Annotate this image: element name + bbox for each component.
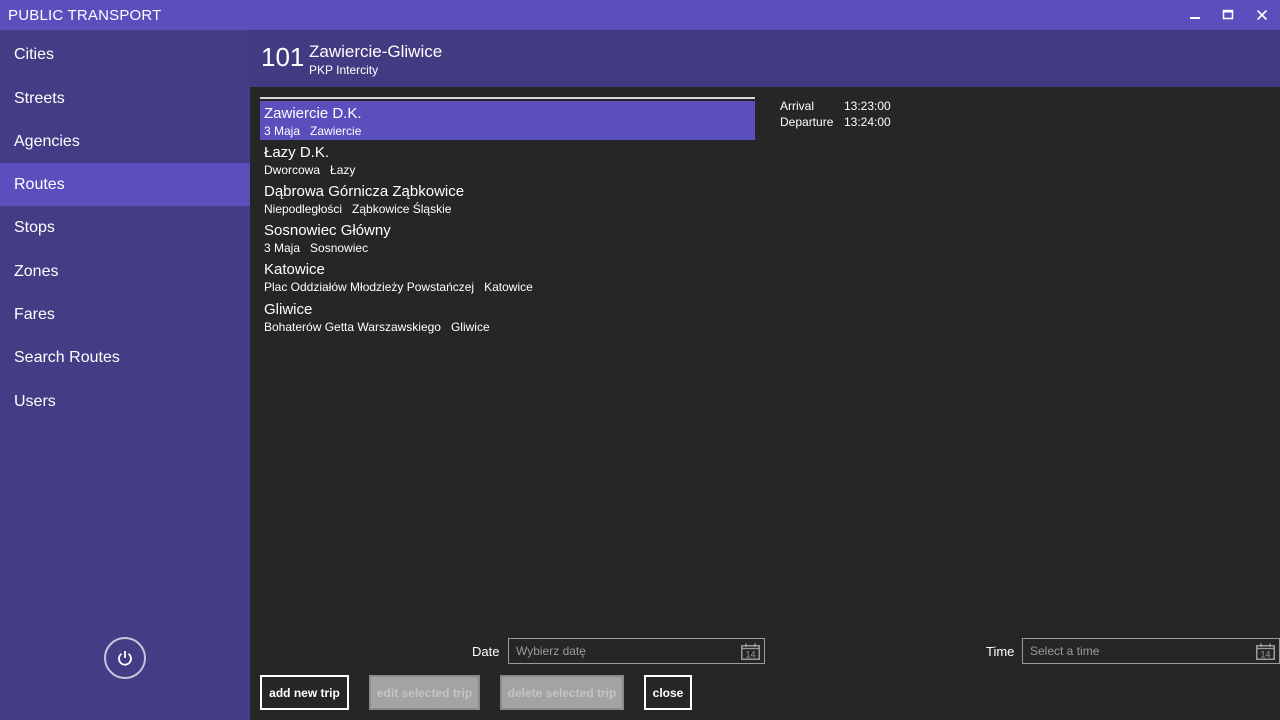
stop-street: Niepodległości xyxy=(264,202,343,216)
sidebar-item-fares[interactable]: Fares xyxy=(0,293,250,336)
power-icon xyxy=(118,651,132,666)
title-bar: PUBLIC TRANSPORT xyxy=(0,0,1280,30)
departure-value: 13:24:00 xyxy=(844,115,891,129)
list-item[interactable]: Gliwice Bohaterów Getta Warszawskiego Gli… xyxy=(260,297,755,336)
sidebar-item-zones[interactable]: Zones xyxy=(0,250,250,293)
stop-city: Sosnowiec xyxy=(310,241,369,255)
route-agency: PKP Intercity xyxy=(309,63,379,77)
stop-street: 3 Maja xyxy=(264,124,301,138)
sidebar-item-streets[interactable]: Streets xyxy=(0,77,250,120)
time-placeholder: Select a time xyxy=(1030,644,1100,658)
stop-city: Zawiercie xyxy=(310,124,362,138)
sidebar-item-search-routes[interactable]: Search Routes xyxy=(0,336,250,379)
close-window-button[interactable] xyxy=(1245,0,1279,30)
sidebar-item-stops[interactable]: Stops xyxy=(0,206,250,249)
stop-name: Dąbrowa Górnicza Ząbkowice xyxy=(264,183,465,200)
edit-selected-trip-button[interactable]: edit selected trip xyxy=(369,675,480,710)
arrival-value: 13:23:00 xyxy=(844,99,891,113)
calendar-icon[interactable]: 14 xyxy=(1256,643,1275,660)
list-item[interactable]: Dąbrowa Górnicza Ząbkowice Niepodległośc… xyxy=(260,179,755,218)
stop-name: Katowice xyxy=(264,261,325,278)
maximize-icon xyxy=(1222,9,1234,20)
close-icon xyxy=(1256,9,1268,21)
sidebar-item-users[interactable]: Users xyxy=(0,380,250,423)
date-label: Date xyxy=(472,644,500,659)
arrival-label: Arrival xyxy=(780,99,815,113)
stop-city: Ząbkowice Śląskie xyxy=(352,202,452,216)
sidebar-item-cities[interactable]: Cities xyxy=(0,33,250,76)
close-button[interactable]: close xyxy=(644,675,692,710)
stop-street: 3 Maja xyxy=(264,241,301,255)
list-item[interactable]: Sosnowiec Główny 3 Maja Sosnowiec xyxy=(260,218,755,257)
sidebar-item-routes[interactable]: Routes xyxy=(0,163,250,206)
stops-list: Zawiercie D.K. 3 Maja Zawiercie Łazy D.K.… xyxy=(260,101,755,336)
stop-street: Plac Oddziałów Młodzieży Powstańczej xyxy=(264,280,475,294)
stop-name: Sosnowiec Główny xyxy=(264,222,391,239)
minimize-icon xyxy=(1190,17,1200,19)
list-item[interactable]: Łazy D.K. Dworcowa Łazy xyxy=(260,140,755,179)
date-placeholder: Wybierz datę xyxy=(516,644,586,658)
add-new-trip-button[interactable]: add new trip xyxy=(260,675,349,710)
time-picker[interactable]: Select a time 14 xyxy=(1022,638,1280,664)
stop-name: Gliwice xyxy=(264,301,313,318)
date-picker[interactable]: Wybierz datę 14 xyxy=(508,638,765,664)
departure-label: Departure xyxy=(780,115,834,129)
stop-city: Gliwice xyxy=(450,320,490,334)
delete-selected-trip-button[interactable]: delete selected trip xyxy=(500,675,624,710)
stop-name: Łazy D.K. xyxy=(264,144,330,161)
route-name: Zawiercie-Gliwice xyxy=(309,42,443,61)
route-header: 101 Zawiercie-Gliwice PKP Intercity xyxy=(250,30,1280,87)
stop-street: Bohaterów Getta Warszawskiego xyxy=(264,320,441,334)
minimize-button[interactable] xyxy=(1178,0,1212,30)
svg-text:14: 14 xyxy=(1260,650,1270,660)
sidebar: Cities Streets Agencies Routes Stops Zon… xyxy=(0,30,250,720)
list-item[interactable]: Zawiercie D.K. 3 Maja Zawiercie xyxy=(260,101,755,140)
svg-text:14: 14 xyxy=(745,650,755,660)
calendar-icon[interactable]: 14 xyxy=(741,643,760,660)
power-button[interactable] xyxy=(104,637,146,679)
stop-city: Katowice xyxy=(484,280,533,294)
list-divider xyxy=(260,97,755,99)
app-title: PUBLIC TRANSPORT xyxy=(8,7,162,24)
stop-city: Łazy xyxy=(330,163,356,177)
list-item[interactable]: Katowice Plac Oddziałów Młodzieży Powsta… xyxy=(260,257,755,297)
route-number: 101 xyxy=(261,42,305,72)
stop-name: Zawiercie D.K. xyxy=(264,105,362,122)
stop-street: Dworcowa xyxy=(264,163,321,177)
stop-details: Arrival 13:23:00 Departure 13:24:00 xyxy=(780,99,891,131)
time-label: Time xyxy=(986,644,1015,659)
sidebar-item-agencies[interactable]: Agencies xyxy=(0,120,250,163)
maximize-button[interactable] xyxy=(1211,0,1245,30)
